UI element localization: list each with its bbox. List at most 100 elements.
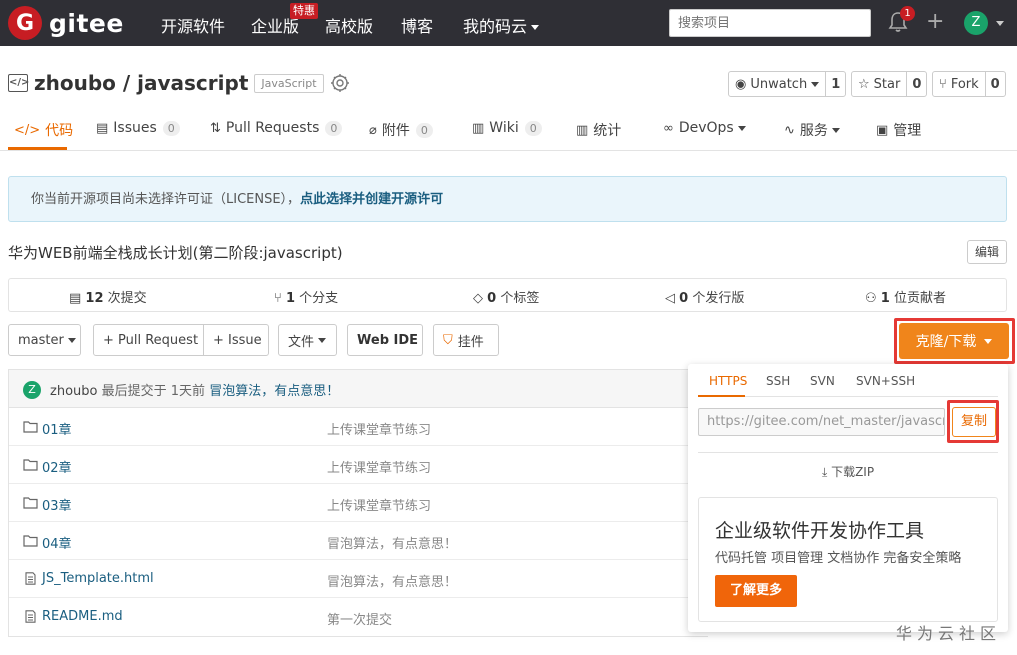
list-item[interactable]: 01章 上传课堂章节练习 — [9, 408, 708, 446]
widget-label: 挂件 — [457, 334, 484, 350]
list-item[interactable]: README.md 第一次提交 — [9, 598, 708, 636]
commits-count: 12 — [85, 291, 104, 306]
commit-icon: ▤ — [69, 291, 86, 306]
clone-download-button[interactable]: 克隆/下载 — [899, 323, 1009, 359]
search-input[interactable] — [669, 9, 871, 37]
web-ide-button[interactable]: Web IDE — [347, 324, 423, 356]
list-item[interactable]: 03章 上传课堂章节练习 — [9, 484, 708, 522]
stat-tags[interactable]: ◇ 0 个标签 — [473, 287, 539, 306]
top-nav: G gitee 开源软件 企业版 特惠 高校版 博客 我的码云 1 + Z — [0, 0, 1017, 46]
widget-button[interactable]: ⛉ 挂件 — [433, 324, 499, 356]
issues-count: 0 — [162, 120, 180, 136]
tab-stats[interactable]: ▥ 统计 — [576, 120, 621, 140]
stat-branches[interactable]: ⑂ 1 个分支 — [274, 287, 338, 306]
new-pull-request-button[interactable]: + Pull Request — [93, 324, 204, 356]
tab-code[interactable]: </> 代码 — [14, 120, 73, 140]
plus-icon[interactable]: + — [926, 11, 944, 33]
tab-ssh[interactable]: SSH — [766, 374, 790, 388]
file-name[interactable]: 02章 — [42, 457, 72, 476]
file-icon — [25, 572, 36, 585]
language-tag[interactable]: JavaScript — [254, 73, 324, 93]
nav-link-education[interactable]: 高校版 — [325, 13, 373, 37]
last-commit-bar: Z zhoubo 最后提交于 1天前 冒泡算法，有点意思！ — [8, 369, 708, 407]
logo-icon: G — [8, 6, 42, 40]
list-item[interactable]: 04章 冒泡算法，有点意思！ — [9, 522, 708, 560]
download-zip-label: 下载ZIP — [831, 465, 875, 479]
copy-url-button[interactable]: 复制 — [952, 407, 996, 437]
commit-message[interactable]: 冒泡算法，有点意思！ — [209, 384, 339, 399]
chevron-down-icon[interactable] — [996, 21, 1004, 26]
nav-link-blog[interactable]: 博客 — [401, 13, 433, 37]
protocol-tabs: HTTPS SSH SVN SVN+SSH — [698, 364, 998, 397]
tab-svn[interactable]: SVN — [810, 374, 835, 388]
file-commit-message[interactable]: 上传课堂章节练习 — [327, 495, 431, 514]
nav-link-my-gitee-label: 我的码云 — [463, 17, 528, 36]
tab-manage-label: 管理 — [893, 123, 922, 139]
nav-link-my-gitee[interactable]: 我的码云 — [463, 13, 540, 37]
active-tab-indicator — [8, 147, 67, 150]
tag-icon: ◇ — [473, 291, 488, 306]
watch-count[interactable]: 1 — [825, 72, 845, 96]
list-item[interactable]: JS_Template.html 冒泡算法，有点意思！ — [9, 560, 708, 598]
file-commit-message[interactable]: 冒泡算法，有点意思！ — [327, 533, 457, 552]
fork-label: Fork — [950, 76, 979, 92]
tab-wiki[interactable]: ▥ Wiki 0 — [472, 120, 542, 136]
gitee-logo[interactable]: G gitee — [8, 6, 124, 40]
file-commit-message[interactable]: 上传课堂章节练习 — [327, 457, 431, 476]
file-list: 01章 上传课堂章节练习 02章 上传课堂章节练习 03章 上传课堂章节练习 0… — [8, 407, 708, 637]
learn-more-button[interactable]: 了解更多 — [715, 575, 797, 607]
folder-icon — [23, 497, 38, 509]
user-avatar[interactable]: Z — [964, 11, 988, 35]
file-name[interactable]: 04章 — [42, 533, 72, 552]
branch-icon: ⑂ — [274, 291, 286, 306]
tab-pull-requests[interactable]: ⇅ Pull Requests 0 — [210, 120, 343, 136]
star-count[interactable]: 0 — [906, 72, 926, 96]
stat-commits[interactable]: ▤ 12 次提交 — [69, 287, 147, 306]
branch-select[interactable]: master — [8, 324, 81, 356]
chevron-down-icon — [831, 127, 840, 133]
code-repo-icon: </> — [8, 74, 29, 92]
unwatch-button[interactable]: ◉ Unwatch 1 — [728, 71, 847, 97]
last-commit-info: zhoubo 最后提交于 1天前 冒泡算法，有点意思！ — [50, 380, 339, 399]
eye-icon: ◉ — [735, 76, 747, 92]
repo-title[interactable]: zhoubo / javascript — [34, 71, 248, 95]
tab-devops[interactable]: ∞ DevOps — [663, 120, 746, 136]
tab-services[interactable]: ∿ 服务 — [784, 120, 840, 140]
list-item[interactable]: 02章 上传课堂章节练习 — [9, 446, 708, 484]
clone-url-input[interactable]: https://gitee.com/net_master/javascript — [698, 408, 945, 436]
badge-icon[interactable] — [330, 73, 350, 93]
release-icon: ◁ — [665, 291, 680, 306]
fork-count[interactable]: 0 — [984, 72, 1005, 96]
file-commit-message[interactable]: 上传课堂章节练习 — [327, 419, 431, 438]
download-zip-link[interactable]: ⤓ 下载ZIP — [698, 452, 998, 484]
tab-devops-label: DevOps — [678, 120, 734, 136]
file-name[interactable]: 03章 — [42, 495, 72, 514]
tab-https[interactable]: HTTPS — [709, 374, 747, 388]
commit-author-avatar[interactable]: Z — [23, 381, 41, 399]
folder-icon — [23, 535, 38, 547]
tab-issues[interactable]: ▤ Issues 0 — [96, 120, 180, 136]
branch-select-label: master — [18, 332, 64, 348]
tab-attachments[interactable]: ⌀ 附件 0 — [369, 120, 433, 140]
folder-icon — [23, 459, 38, 471]
edit-description-button[interactable]: 编辑 — [967, 240, 1007, 264]
star-button[interactable]: ☆ Star 0 — [851, 71, 928, 97]
file-name[interactable]: 01章 — [42, 419, 72, 438]
commit-author[interactable]: zhoubo — [50, 384, 97, 399]
fork-button[interactable]: ⑂ Fork 0 — [932, 71, 1006, 97]
stat-releases[interactable]: ◁ 0 个发行版 — [665, 287, 744, 306]
bar-chart-icon: ▥ — [576, 122, 589, 138]
file-commit-message[interactable]: 第一次提交 — [327, 609, 392, 628]
tab-manage[interactable]: ▣ 管理 — [876, 120, 921, 140]
file-commit-message[interactable]: 冒泡算法，有点意思！ — [327, 571, 457, 590]
fork-icon: ⑂ — [939, 76, 947, 92]
tab-svn-ssh[interactable]: SVN+SSH — [856, 374, 915, 388]
file-name[interactable]: README.md — [42, 609, 123, 624]
nav-link-open-source[interactable]: 开源软件 — [161, 13, 225, 37]
file-name[interactable]: JS_Template.html — [42, 571, 154, 586]
new-issue-button[interactable]: + Issue — [203, 324, 269, 356]
create-license-link[interactable]: 点此选择并创建开源许可 — [300, 192, 443, 207]
stat-contributors[interactable]: ⚇ 1 位贡献者 — [865, 287, 946, 306]
tab-issues-label: Issues — [113, 120, 157, 136]
files-dropdown[interactable]: 文件 — [278, 324, 337, 356]
